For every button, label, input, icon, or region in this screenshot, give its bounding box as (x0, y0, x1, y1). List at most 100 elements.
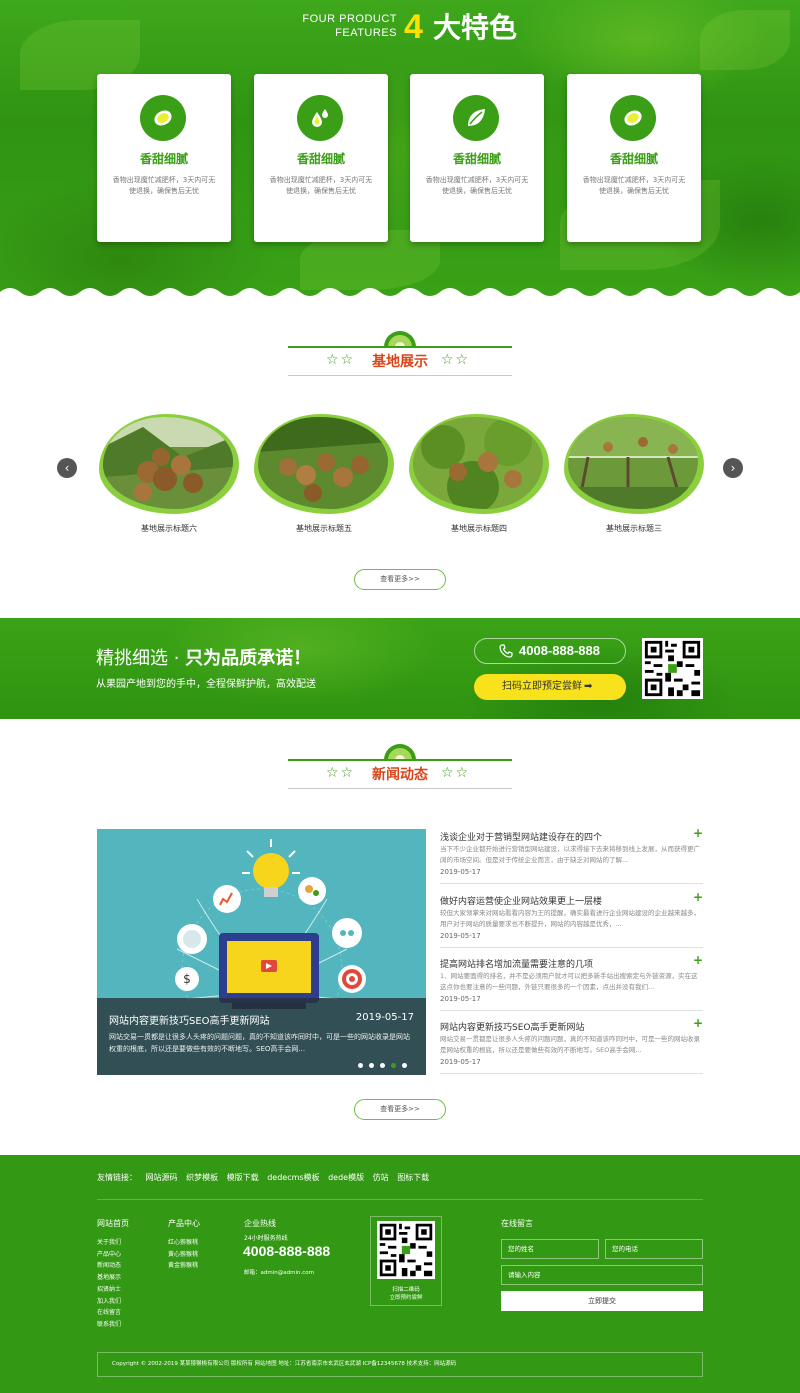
news-title[interactable]: 浅谈企业对于营销型网站建设存在的四个 (440, 830, 602, 843)
news-title[interactable]: 网站内容更新技巧SEO高手更新网站 (440, 1020, 584, 1033)
features-heading: FOUR PRODUCT FEATURES 4 大特色 (0, 8, 800, 48)
plus-icon[interactable]: + (693, 1016, 703, 1030)
footer-nav-link[interactable]: 新闻动态 (97, 1260, 121, 1272)
news-title[interactable]: 提高网站排名增加流量需要注意的几项 (440, 957, 593, 970)
gallery-item[interactable] (564, 414, 704, 524)
feature-card[interactable]: 香甜细腻 香物出现魔忙减肥杯，3天内可无使退换，确保售后无忧 (410, 74, 544, 242)
gallery-label[interactable]: 基地展示标题六 (99, 523, 239, 534)
qr-caption: 扫描二维码 立即预约尝鲜 (371, 1286, 441, 1302)
footer-product-link[interactable]: 黄金猕猴桃 (168, 1260, 198, 1272)
news-date: 2019-05-17 (440, 995, 481, 1003)
plus-icon[interactable]: + (693, 953, 703, 967)
content-input[interactable]: 请输入内容 (501, 1265, 703, 1285)
copyright-bar: Copyright © 2002-2019 某某猕猴桃有限公司 版权所有 网站地… (97, 1352, 703, 1377)
footer-product-list: 红心猕猴桃 黄心猕猴桃 黄金猕猴桃 (168, 1237, 198, 1272)
promo-banner: 精挑细选 · 只为品质承诺！ 从果园产地到您的手中，全程保鲜护航，高效配送 40… (0, 618, 800, 719)
star-icon: ☆☆ (326, 765, 356, 781)
slider-dot[interactable] (380, 1063, 385, 1068)
news-date: 2019-05-17 (440, 868, 481, 876)
gallery-label[interactable]: 基地展示标题五 (254, 523, 394, 534)
gallery-label[interactable]: 基地展示标题四 (409, 523, 549, 534)
svg-text:$: $ (183, 972, 191, 986)
gallery-item[interactable] (409, 414, 549, 524)
footer-nav-link[interactable]: 在线留言 (97, 1307, 121, 1319)
footer-product-title[interactable]: 产品中心 (168, 1218, 200, 1229)
footer-email: 邮箱：admin@admin.com (244, 1270, 314, 1276)
base-more-button[interactable]: 查看更多>> (354, 569, 446, 590)
submit-button[interactable]: 立即提交 (501, 1291, 703, 1311)
slider-dot-active[interactable] (391, 1063, 396, 1068)
divider (440, 1073, 703, 1074)
qr-caption-line1: 扫描二维码 (392, 1287, 420, 1293)
kiwi-photo (568, 417, 698, 509)
friend-link[interactable]: 仿站 (373, 1173, 389, 1182)
footer-nav-link[interactable]: 基地展示 (97, 1272, 121, 1284)
promo-phone[interactable]: 4008-888-888 (474, 638, 626, 664)
star-icon: ☆☆ (326, 352, 356, 368)
featured-news[interactable]: $ 网站内容更新技巧SEO高手更新网站 2019-05-17 网站交易一贯都是让… (97, 829, 426, 1075)
footer-nav-link[interactable]: 产品中心 (97, 1249, 121, 1261)
feature-card[interactable]: 香甜细腻 香物出现魔忙减肥杯，3天内可无使退换，确保售后无忧 (97, 74, 231, 242)
plus-icon[interactable]: + (693, 890, 703, 904)
star-icon: ☆☆ (441, 352, 471, 368)
feature-desc: 香物出现魔忙减肥杯，3天内可无使退换，确保售后无忧 (425, 176, 529, 195)
phone-icon (499, 644, 513, 658)
footer-nav-link[interactable]: 联系我们 (97, 1319, 121, 1331)
feature-card[interactable]: 香甜细腻 香物出现魔忙减肥杯，3天内可无使退换，确保售后无忧 (567, 74, 701, 242)
friend-link[interactable]: 网站源码 (146, 1173, 178, 1182)
footer-nav-link[interactable]: 招贤纳士 (97, 1284, 121, 1296)
feature-desc: 香物出现魔忙减肥杯，3天内可无使退换，确保售后无忧 (582, 176, 686, 195)
divider (440, 883, 703, 884)
featured-news-caption: 网站内容更新技巧SEO高手更新网站 2019-05-17 网站交易一贯都是让很多… (97, 998, 426, 1075)
kiwi-slice-icon (384, 331, 416, 347)
lemon-icon (610, 95, 656, 141)
friend-link[interactable]: 织梦模板 (186, 1173, 218, 1182)
features-en-line1: FOUR PRODUCT (302, 13, 397, 25)
order-button-label: 扫码立即预定尝鲜 (502, 681, 582, 692)
name-input[interactable]: 您的姓名 (501, 1239, 599, 1259)
divider (440, 947, 703, 948)
footer-nav-title[interactable]: 网站首页 (97, 1218, 129, 1229)
plus-icon[interactable]: + (693, 826, 703, 840)
featured-news-title[interactable]: 网站内容更新技巧SEO高手更新网站 (109, 1012, 270, 1027)
footer-nav-link[interactable]: 关于我们 (97, 1237, 121, 1249)
news-excerpt: 当下不少企业都开始进行营销型网站建设，以求得接下去来将移到线上发展，从而获得更广… (440, 845, 700, 864)
kiwi-photo (258, 417, 388, 509)
slider-dot[interactable] (369, 1063, 374, 1068)
friend-links-label: 友情链接： (97, 1173, 137, 1182)
gallery-next-button[interactable]: › (723, 458, 743, 478)
footer-product-link[interactable]: 红心猕猴桃 (168, 1237, 198, 1249)
gallery-label[interactable]: 基地展示标题三 (564, 523, 704, 534)
features-cn-title: 大特色 (433, 11, 518, 44)
gallery-prev-button[interactable]: ‹ (57, 458, 77, 478)
feature-title: 香甜细腻 (296, 152, 345, 166)
phone-input[interactable]: 您的电话 (605, 1239, 703, 1259)
gallery-item[interactable] (99, 414, 239, 524)
feature-title: 香甜细腻 (609, 152, 658, 166)
footer-nav-link[interactable]: 加入我们 (97, 1296, 121, 1308)
footer-divider (97, 1199, 703, 1200)
features-number: 4 (404, 8, 423, 46)
gallery-item[interactable] (254, 414, 394, 524)
friend-link[interactable]: 模版下载 (227, 1173, 259, 1182)
section-title: 新闻动态 (372, 767, 428, 783)
section-title: 基地展示 (372, 354, 428, 370)
slider-dot[interactable] (358, 1063, 363, 1068)
news-date: 2019-05-17 (440, 932, 481, 940)
order-button[interactable]: 扫码立即预定尝鲜 ➡ (474, 674, 626, 700)
friend-link[interactable]: 图标下载 (397, 1173, 429, 1182)
feature-card[interactable]: 香甜细腻 香物出现魔忙减肥杯，3天内可无使退换，确保售后无忧 (254, 74, 388, 242)
news-more-button[interactable]: 查看更多>> (354, 1099, 446, 1120)
friend-link[interactable]: dedecms模板 (267, 1173, 319, 1182)
kiwi-slice-icon (384, 744, 416, 760)
feature-desc: 香物出现魔忙减肥杯，3天内可无使退换，确保售后无忧 (269, 176, 373, 195)
news-title[interactable]: 做好内容运营使企业网站效果更上一层楼 (440, 894, 602, 907)
footer-product-link[interactable]: 黄心猕猴桃 (168, 1249, 198, 1261)
friend-link[interactable]: dede模版 (328, 1173, 364, 1182)
features-en-line2: FEATURES (335, 27, 397, 39)
heading-line (288, 788, 512, 789)
lemon-icon (140, 95, 186, 141)
footer-phone: 4008-888-888 (243, 1243, 331, 1259)
news-excerpt: 网站交易一贯都是让很多人头疼的问题问题，真的不知道该咋同时中，可是一些的网站收录… (440, 1035, 700, 1054)
slider-dot[interactable] (402, 1063, 407, 1068)
